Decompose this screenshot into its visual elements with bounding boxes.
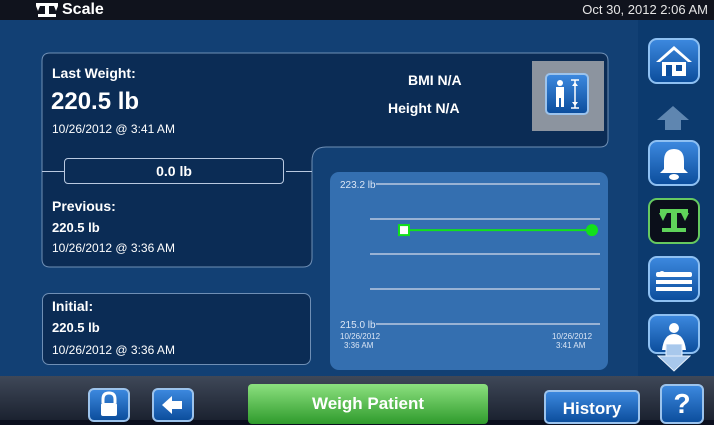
- bed-icon: [656, 271, 692, 291]
- initial-timestamp: 10/26/2012 @ 3:36 AM: [52, 343, 175, 357]
- chart-ytick-label: 223.2 lb: [340, 180, 376, 191]
- chart-xtick-time: 3:41 AM: [556, 341, 586, 350]
- chart-point-first: [398, 224, 410, 237]
- home-icon: [656, 46, 692, 76]
- last-weight-value: 220.5 lb: [51, 88, 140, 115]
- datetime: Oct 30, 2012 2:06 AM: [582, 2, 708, 17]
- bell-icon: [660, 149, 688, 180]
- main-area: Last Weight: 220.5 lb 10/26/2012 @ 3:41 …: [0, 20, 638, 376]
- back-button[interactable]: [152, 388, 194, 422]
- sidebar-item-bed[interactable]: [648, 256, 700, 302]
- sidebar-item-scale[interactable]: [648, 198, 700, 244]
- help-button[interactable]: ?: [660, 384, 704, 424]
- chart-xtick-time: 3:36 AM: [344, 341, 374, 350]
- scale-icon: [36, 3, 58, 17]
- bmi-value: BMI N/A: [408, 72, 462, 88]
- history-button[interactable]: History: [544, 390, 640, 424]
- lock-button[interactable]: [88, 388, 130, 422]
- history-label: History: [562, 399, 622, 418]
- chart-point-last: [586, 224, 598, 237]
- previous-label: Previous:: [52, 198, 116, 214]
- chart-xtick-date: 10/26/2012: [340, 332, 381, 341]
- initial-label: Initial:: [52, 298, 94, 314]
- help-icon: ?: [673, 388, 691, 419]
- lock-icon: [101, 391, 117, 416]
- weight-difference-box: 0.0 lb: [64, 158, 284, 184]
- bottom-bar: Weigh Patient History ?: [0, 376, 714, 424]
- initial-value: 220.5 lb: [52, 320, 100, 335]
- chart-ytick-label: 215.0 lb: [340, 320, 376, 331]
- initial-weight-panel: Initial: 220.5 lb 10/26/2012 @ 3:36 AM: [42, 293, 311, 365]
- weigh-patient-button[interactable]: Weigh Patient: [248, 384, 488, 424]
- height-value: Height N/A: [388, 100, 460, 116]
- back-arrow-icon: [162, 396, 182, 414]
- last-weight-label: Last Weight:: [52, 65, 136, 81]
- last-weight-timestamp: 10/26/2012 @ 3:41 AM: [52, 122, 175, 136]
- weight-difference: 0.0 lb: [156, 163, 192, 179]
- chart-xtick-date: 10/26/2012: [552, 332, 593, 341]
- difference-line-left: [42, 171, 64, 172]
- weight-trend-chart: 223.2 lb 215.0 lb 10/26/2012 3:36 AM 10/26/2…: [330, 172, 608, 370]
- sidebar-item-alarms[interactable]: [648, 140, 700, 186]
- height-settings-button[interactable]: [532, 61, 604, 131]
- scroll-up-stem: [665, 120, 681, 130]
- app-title: Scale: [62, 1, 104, 18]
- weigh-patient-label: Weigh Patient: [311, 394, 425, 413]
- top-bar: Scale Oct 30, 2012 2:06 AM: [0, 0, 714, 20]
- difference-line-right: [286, 171, 312, 172]
- sidebar-item-home[interactable]: [648, 38, 700, 84]
- height-measure-icon: [556, 79, 579, 109]
- sidebar: [638, 20, 714, 376]
- scroll-down-icon[interactable]: [657, 344, 691, 372]
- scale-icon: [659, 209, 689, 232]
- scroll-up-icon[interactable]: [657, 106, 689, 120]
- previous-value: 220.5 lb: [52, 220, 100, 235]
- previous-timestamp: 10/26/2012 @ 3:36 AM: [52, 241, 175, 255]
- chart-svg: 223.2 lb215.0 lb10/26/20123:36 AM10/26/2…: [340, 180, 600, 350]
